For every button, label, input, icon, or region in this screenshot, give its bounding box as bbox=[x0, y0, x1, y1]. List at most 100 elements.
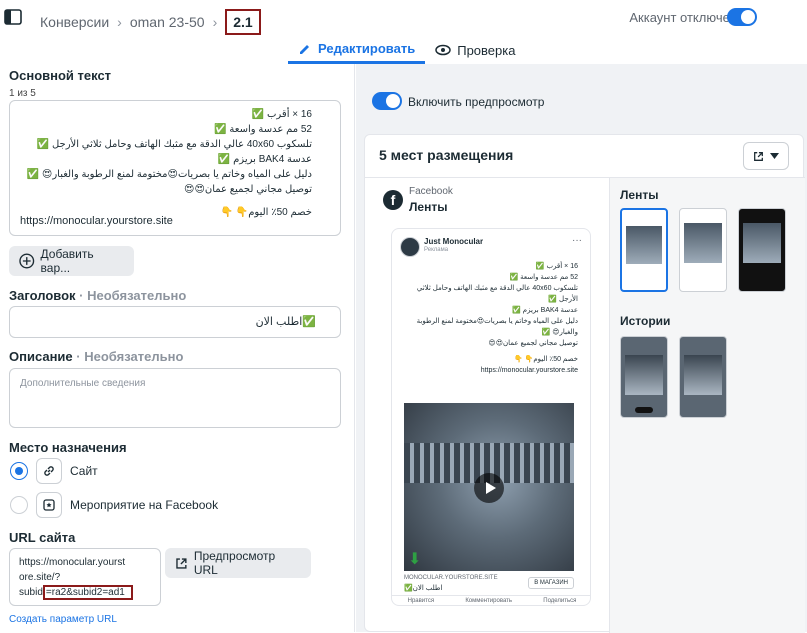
thumb-image bbox=[743, 223, 781, 263]
platform-name: Facebook bbox=[409, 186, 453, 197]
thumb-facebook-feed[interactable] bbox=[620, 208, 668, 292]
description-label: Описание · Необязательно bbox=[9, 349, 183, 364]
placement-thumbnails: Ленты Истории bbox=[610, 177, 805, 633]
facebook-feed-ad-mockup: Just Monocular Реклама ··· 16 × أقرب ✅ 5… bbox=[391, 228, 591, 606]
destination-option-event[interactable]: Мероприятие на Facebook bbox=[70, 498, 218, 512]
eye-icon bbox=[435, 44, 451, 56]
placements-card: 5 мест размещения f Facebook Ленты Just … bbox=[364, 134, 805, 633]
account-toggle[interactable] bbox=[727, 8, 757, 26]
event-icon bbox=[36, 492, 62, 518]
primary-text-label: Основной текст bbox=[9, 68, 112, 83]
primary-text-body: 16 × أقرب ✅ 52 مم عدسة واسعة ✅ تلسكوب 40… bbox=[22, 107, 312, 220]
placements-title: 5 мест размещения bbox=[379, 147, 514, 163]
sidebar-toggle-icon[interactable] bbox=[2, 6, 24, 28]
description-input[interactable]: Дополнительные сведения bbox=[9, 368, 341, 428]
url-preview-label: Предпросмотр URL bbox=[193, 549, 276, 577]
optional-suffix: · Необязательно bbox=[76, 349, 184, 364]
breadcrumb-item-campaign[interactable]: Конверсии bbox=[40, 14, 109, 30]
feed-preview-column: f Facebook Ленты Just Monocular Реклама … bbox=[365, 177, 610, 633]
url-value: https://monocular.yourst ore.site/? subi… bbox=[19, 555, 133, 600]
add-variant-button[interactable]: Добавить вар... bbox=[9, 246, 134, 276]
account-status-text: Аккаунт отключен bbox=[629, 10, 737, 25]
primary-text-line: توصيل مجاني لجميع عمان😍😍 bbox=[184, 184, 312, 195]
thumb-instagram-feed[interactable] bbox=[679, 208, 727, 292]
headline-label: Заголовок · Необязательно bbox=[9, 288, 186, 303]
ad-body-line: عدسة BAK4 بريزم ✅ bbox=[512, 307, 578, 314]
open-preview-menu[interactable] bbox=[743, 142, 789, 170]
primary-text-line: 52 مم عدسة واسعة ✅ bbox=[214, 124, 312, 135]
primary-text-line: 16 × أقرب ✅ bbox=[251, 109, 312, 120]
preview-toggle-label: Включить предпросмотр bbox=[408, 95, 545, 109]
ad-editor-panel: Основной текст 1 из 5 16 × أقرب ✅ 52 مم … bbox=[0, 64, 355, 632]
url-preview-button[interactable]: Предпросмотр URL bbox=[165, 548, 311, 578]
ad-link-bar[interactable]: MONOCULAR.YOURSTORE.SITE ✅اطلب الان В МА… bbox=[404, 575, 574, 595]
comment-button[interactable]: Комментировать bbox=[465, 596, 512, 605]
ad-body-text: 16 × أقرب ✅ 52 مم عدسة واسعة ✅ تلسكوب 40… bbox=[408, 261, 578, 376]
feeds-section-label: Ленты bbox=[620, 188, 659, 202]
chevron-right-icon: › bbox=[117, 14, 122, 30]
primary-text-field[interactable]: 16 × أقرب ✅ 52 مم عدسة واسعة ✅ تلسكوب 40… bbox=[9, 100, 341, 236]
shop-now-button[interactable]: В МАГАЗИН bbox=[528, 577, 574, 589]
primary-text-line: عدسة BAK4 بريزم ✅ bbox=[217, 154, 312, 165]
placement-name: Ленты bbox=[409, 200, 448, 214]
thumb-cta bbox=[635, 407, 653, 413]
like-button[interactable]: Нравится bbox=[408, 596, 434, 605]
create-url-param-link[interactable]: Создать параметр URL bbox=[9, 614, 117, 625]
headline-value: ✅اطلب الان bbox=[255, 316, 316, 328]
description-label-text: Описание bbox=[9, 349, 73, 364]
editor-tabs: Редактировать Проверка bbox=[288, 36, 525, 64]
variant-counter: 1 из 5 bbox=[9, 88, 36, 99]
headline-input[interactable]: ✅اطلب الان bbox=[9, 306, 341, 338]
preview-toggle[interactable] bbox=[372, 92, 402, 110]
ad-link-domain: MONOCULAR.YOURSTORE.SITE bbox=[404, 575, 498, 581]
tab-review[interactable]: Проверка bbox=[425, 36, 525, 64]
sponsored-label: Реклама bbox=[424, 247, 449, 253]
thumb-facebook-story[interactable] bbox=[620, 336, 668, 418]
tab-edit[interactable]: Редактировать bbox=[288, 36, 426, 64]
primary-text-line: دليل على المياه وخاتم يا بصريات😍مختومة ل… bbox=[26, 169, 312, 180]
primary-text-line: تلسكوب 40x60 عالي الدقة مع مثبك الهاتف و… bbox=[36, 139, 312, 150]
destination-radio-site[interactable] bbox=[10, 462, 28, 480]
ad-actions: Нравится Комментировать Поделиться bbox=[392, 595, 590, 605]
thumb-image bbox=[626, 226, 662, 264]
destination-option-site[interactable]: Сайт bbox=[70, 464, 98, 478]
thumb-dark-feed[interactable] bbox=[738, 208, 786, 292]
link-icon bbox=[36, 458, 62, 484]
destination-radio-event[interactable] bbox=[10, 496, 28, 514]
ad-body-url: https://monocular.yourstore.site bbox=[480, 367, 578, 374]
url-line-prefix: subid bbox=[19, 587, 43, 598]
thumb-instagram-story[interactable] bbox=[679, 336, 727, 418]
ad-body-line: 16 × أقرب ✅ bbox=[535, 263, 578, 270]
url-line: ore.site/? bbox=[19, 572, 61, 583]
ad-body-line: 52 مم عدسة واسعة ✅ bbox=[509, 274, 579, 281]
ad-body-line: تلسكوب 40x60 عالي الدقة مع مثبك الهاتف و… bbox=[416, 285, 578, 303]
primary-text-url: https://monocular.yourstore.site bbox=[20, 215, 173, 227]
thumb-image bbox=[625, 355, 663, 395]
stories-section-label: Истории bbox=[620, 314, 671, 328]
url-label: URL сайта bbox=[9, 530, 76, 545]
tab-edit-label: Редактировать bbox=[318, 41, 416, 56]
tab-review-label: Проверка bbox=[457, 42, 516, 58]
ad-link-headline: ✅اطلب الان bbox=[404, 585, 443, 592]
ad-body-line: خصم 50٪ اليوم👇 👇 bbox=[513, 356, 578, 363]
play-icon[interactable] bbox=[474, 473, 504, 503]
caret-down-icon bbox=[770, 153, 779, 159]
url-input[interactable]: https://monocular.yourst ore.site/? subi… bbox=[9, 548, 161, 606]
facebook-logo-icon: f bbox=[383, 190, 403, 210]
description-placeholder: Дополнительные сведения bbox=[20, 378, 146, 389]
breadcrumb-item-adset[interactable]: oman 23-50 bbox=[130, 14, 205, 30]
ad-preview-panel: Включить предпросмотр 5 мест размещения … bbox=[356, 64, 807, 633]
share-button[interactable]: Поделиться bbox=[543, 596, 576, 605]
ad-video[interactable]: ⬇ bbox=[404, 403, 574, 571]
page-avatar bbox=[400, 237, 420, 257]
url-line: https://monocular.yourst bbox=[19, 557, 126, 568]
headline-label-text: Заголовок bbox=[9, 288, 76, 303]
optional-suffix: · Необязательно bbox=[79, 288, 187, 303]
thumb-image bbox=[684, 223, 722, 263]
external-link-icon bbox=[754, 151, 763, 161]
url-highlight: =ra2&subid2=ad1 bbox=[42, 585, 133, 600]
ad-body-line: توصيل مجاني لجميع عمان😍😍 bbox=[488, 340, 578, 347]
external-link-icon bbox=[176, 557, 187, 569]
more-options-icon[interactable]: ··· bbox=[572, 235, 582, 246]
breadcrumb: Конверсии › oman 23-50 › 2.1 bbox=[40, 9, 261, 35]
